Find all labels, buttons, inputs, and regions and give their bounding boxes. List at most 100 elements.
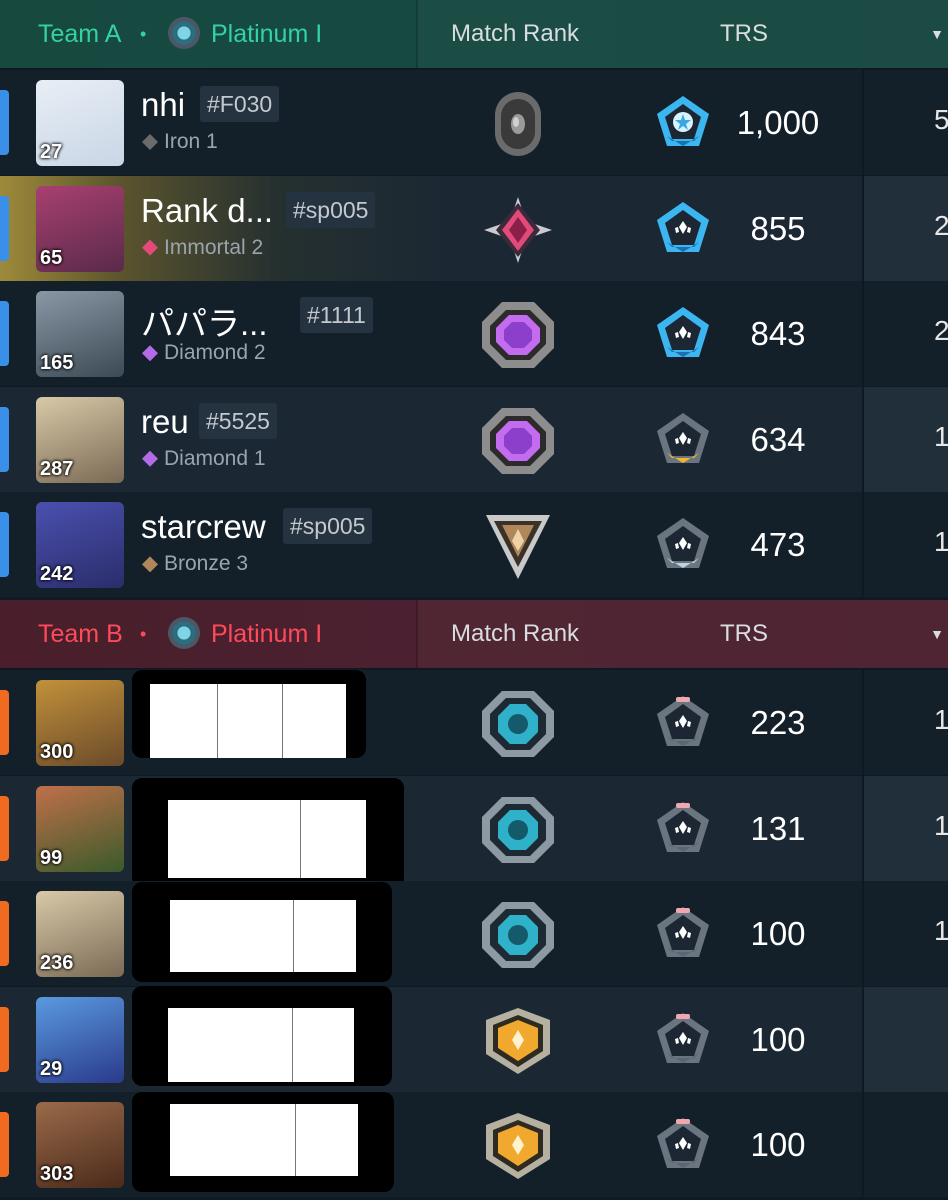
sort-down-icon[interactable]: ▼	[930, 26, 944, 42]
player-row[interactable]: 303 100	[0, 1092, 948, 1198]
team-a-name: Team A	[38, 19, 122, 48]
player-row[interactable]: 1 242 starcrew #sp005 Bronze 3 473	[0, 492, 948, 598]
team-accent-bar	[0, 901, 9, 967]
rank-mini-icon	[142, 556, 158, 573]
player-name[interactable]: Rank d...	[141, 192, 273, 230]
column-trs[interactable]: TRS	[720, 620, 768, 648]
row-side-column: 1	[864, 492, 948, 598]
team-accent-bar	[0, 1112, 9, 1178]
account-level: 165	[40, 352, 74, 375]
team-b-rank: Platinum I	[211, 619, 323, 648]
bronze-rank-icon	[480, 511, 556, 581]
player-row[interactable]: 1 300 223	[0, 670, 948, 775]
team-accent-bar	[0, 690, 9, 755]
player-rank-label: Diamond 1	[164, 446, 266, 470]
player-row[interactable]: 2 165 パパラ... #1111 Diamond 2 843	[0, 281, 948, 387]
column-match-rank[interactable]: Match Rank	[451, 20, 579, 48]
platinum-rank-icon	[168, 617, 200, 649]
account-level: 287	[40, 457, 74, 480]
trs-blue-icon	[654, 305, 712, 361]
team-accent-bar	[0, 1006, 9, 1072]
trs-pink-icon	[654, 1116, 712, 1172]
trs-value: 473	[750, 526, 806, 564]
platinum-rank-icon	[480, 900, 556, 970]
sort-down-icon[interactable]: ▼	[930, 626, 944, 642]
platinum-rank-icon	[480, 689, 556, 759]
redacted-name	[132, 881, 392, 982]
header-divider	[416, 0, 418, 68]
rank-mini-icon	[142, 345, 158, 362]
player-tag: #sp005	[283, 508, 373, 545]
agent-avatar[interactable]: 65	[36, 185, 124, 272]
player-name[interactable]: パパラ...	[141, 297, 268, 345]
agent-avatar[interactable]: 242	[36, 502, 124, 589]
account-level: 236	[40, 952, 74, 975]
side-value: 2	[934, 315, 948, 347]
player-row[interactable]: 1 287 reu #5525 Diamond 1 634	[0, 386, 948, 492]
account-level: 242	[40, 563, 74, 586]
platinum-rank-icon	[480, 795, 556, 865]
player-row[interactable]: 1 236 100	[0, 881, 948, 987]
team-a-separator: •	[140, 23, 147, 44]
trs-pink-icon	[654, 905, 712, 961]
agent-avatar[interactable]: 99	[36, 785, 124, 872]
agent-avatar[interactable]: 287	[36, 396, 124, 483]
player-row[interactable]: 2 65 Rank d... #sp005 Immortal 2 855	[0, 175, 948, 281]
agent-avatar[interactable]: 165	[36, 291, 124, 378]
player-rank-label: Iron 1	[164, 130, 218, 153]
player-name[interactable]: starcrew	[141, 508, 266, 546]
agent-avatar[interactable]: 303	[36, 1102, 124, 1189]
player-name[interactable]: reu	[141, 403, 189, 441]
side-value: 1	[934, 915, 948, 947]
trs-value: 1,000	[736, 104, 820, 141]
account-level: 29	[40, 1057, 63, 1080]
side-value: 5	[934, 104, 948, 135]
player-row[interactable]: 1 99 131	[0, 775, 948, 888]
trs-blue-icon	[654, 200, 712, 256]
trs-pink-icon	[654, 1011, 712, 1067]
row-side-column: 2	[864, 175, 948, 281]
column-match-rank[interactable]: Match Rank	[451, 620, 579, 648]
trs-gold-icon	[654, 411, 712, 467]
rank-mini-icon	[142, 450, 158, 467]
row-side-column: 1	[864, 386, 948, 492]
redacted-name	[132, 670, 366, 758]
team-accent-bar	[0, 795, 9, 861]
team-a-header: Team A • Platinum I Match Rank TRS ▼	[0, 0, 948, 68]
team-a-rank: Platinum I	[211, 19, 323, 48]
player-current-rank: Diamond 2	[142, 341, 266, 365]
player-name[interactable]: nhi	[141, 86, 185, 124]
trs-value: 100	[750, 1020, 806, 1058]
player-row[interactable]: 29 100	[0, 986, 948, 1092]
row-side-column	[864, 1092, 948, 1198]
agent-avatar[interactable]: 29	[36, 996, 124, 1083]
account-level: 303	[40, 1163, 74, 1186]
side-value: 1	[934, 809, 948, 841]
account-level: 99	[40, 846, 63, 869]
iron-rank-icon	[480, 89, 556, 159]
redacted-name	[132, 777, 404, 888]
account-level: 65	[40, 246, 63, 269]
trs-pink-icon	[654, 800, 712, 856]
header-divider	[416, 600, 418, 668]
diamond-rank-icon	[480, 300, 556, 370]
redacted-name	[132, 986, 392, 1086]
player-row[interactable]: 5 27 nhi #F030 Iron 1 1,000	[0, 70, 948, 175]
agent-avatar[interactable]: 236	[36, 891, 124, 978]
player-tag: #1111	[300, 297, 373, 334]
player-tag: #sp005	[286, 191, 376, 228]
player-tag: #F030	[200, 86, 280, 122]
agent-avatar[interactable]: 300	[36, 680, 124, 766]
column-trs[interactable]: TRS	[720, 20, 768, 48]
team-accent-bar	[0, 512, 9, 578]
side-value: 2	[934, 209, 948, 241]
immortal-rank-icon	[480, 195, 556, 265]
trs-value: 100	[750, 1126, 806, 1164]
row-side-column: 2	[864, 281, 948, 387]
diamond-rank-icon	[480, 406, 556, 476]
agent-avatar[interactable]: 27	[36, 80, 124, 166]
redacted-name	[132, 1092, 394, 1192]
rank-mini-icon	[142, 134, 158, 150]
side-value: 1	[934, 526, 948, 558]
account-level: 27	[40, 141, 63, 163]
